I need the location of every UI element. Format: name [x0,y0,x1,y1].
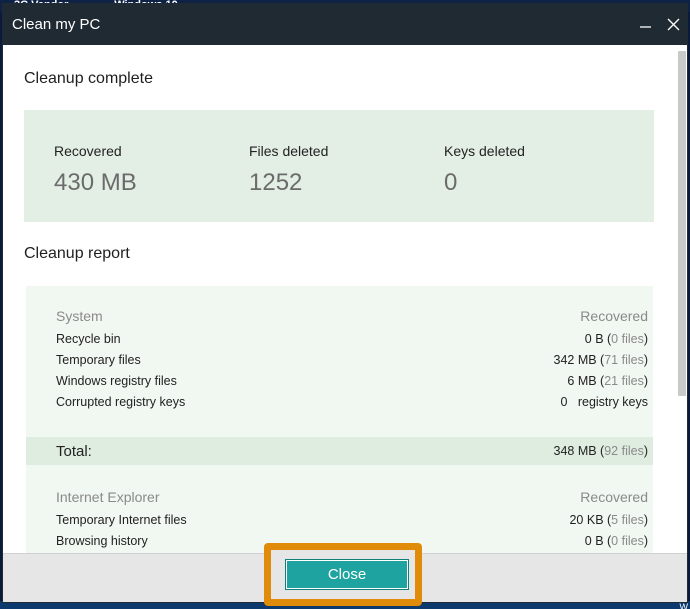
row-amount: 6 MB (21 files) [567,374,648,388]
page-title: Cleanup complete [24,70,153,87]
vertical-scrollbar[interactable] [678,45,686,553]
section-column: Recovered [580,489,648,505]
row-amount: 342 MB (71 files) [554,353,649,367]
window-title: Clean my PC [12,16,101,33]
row-amount: 0 B (0 files) [585,534,648,548]
row-label: Browsing history [56,534,148,548]
row-size: 6 MB ( [567,374,605,388]
total-count: 92 files [604,444,644,458]
total-size: 348 MB ( [553,444,605,458]
close-button[interactable]: Close [285,559,409,590]
row-amount: 20 KB (5 files) [569,513,648,527]
report-row: Temporary files 342 MB (71 files) [56,353,648,367]
stat-label: Keys deleted [444,143,525,159]
row-count: 21 files [604,374,644,388]
stat-label: Files deleted [249,143,329,159]
close-button-highlight: Close [264,543,422,606]
total-amount: 348 MB (92 files) [554,444,649,458]
title-bar[interactable]: Clean my PC [3,4,687,45]
close-icon [667,18,679,31]
row-size: 0 registry keys [560,395,648,409]
stat-files-deleted: Files deleted 1252 [249,143,328,197]
section-name: System [56,308,103,324]
row-amount: 0 B (0 files) [585,332,648,346]
row-size: 0 B ( [584,332,612,346]
row-label: Windows registry files [56,374,177,388]
row-count: 0 files [611,332,644,346]
report-row: Corrupted registry keys 0 registry keys [56,395,648,409]
clean-my-pc-window: Clean my PC Cleanup complete Recovered 4… [2,3,688,603]
cleanup-report: System Recovered Recycle bin 0 B (0 file… [26,286,653,553]
report-row: Recycle bin 0 B (0 files) [56,332,648,346]
section-name: Internet Explorer [56,489,160,505]
report-title: Cleanup report [24,245,130,262]
row-count: 71 files [604,353,644,367]
stat-value: 0 [444,169,458,196]
row-end: ) [643,534,648,548]
row-label: Recycle bin [56,332,121,346]
report-row: Temporary Internet files 20 KB (5 files) [56,513,648,527]
taskbar-text: W [679,602,689,609]
row-size: 342 MB ( [553,353,605,367]
row-count: 0 files [611,534,644,548]
stat-keys-deleted: Keys deleted 0 [444,143,525,197]
report-row: Windows registry files 6 MB (21 files) [56,374,648,388]
total-end: ) [643,444,648,458]
section-header-internet-explorer: Internet Explorer Recovered [56,489,648,505]
row-count: 5 files [611,513,644,527]
row-end: ) [643,332,648,346]
row-label: Corrupted registry keys [56,395,186,409]
row-size: 0 B ( [584,534,612,548]
row-label: Temporary Internet files [56,513,187,527]
total-label: Total: [56,442,92,460]
section-column: Recovered [580,308,648,324]
total-row: Total: 348 MB (92 files) [26,437,653,465]
row-end: ) [643,513,648,527]
close-window-button[interactable] [659,4,687,45]
stat-label: Recovered [54,143,122,159]
row-end: ) [643,374,648,388]
row-amount: 0 registry keys [560,395,648,409]
content-area[interactable]: Cleanup complete Recovered 430 MB Files … [3,45,687,553]
stat-recovered: Recovered 430 MB [54,143,137,197]
row-label: Temporary files [56,353,141,367]
summary-panel: Recovered 430 MB Files deleted 1252 Keys… [24,110,654,222]
row-end: ) [643,353,648,367]
row-size: 20 KB ( [569,513,612,527]
section-header-system: System Recovered [56,308,648,324]
stat-value: 430 MB [54,169,137,196]
minimize-button[interactable] [631,4,659,45]
stat-value: 1252 [249,169,303,196]
scrollbar-thumb[interactable] [678,51,686,396]
minimize-icon [639,26,651,28]
